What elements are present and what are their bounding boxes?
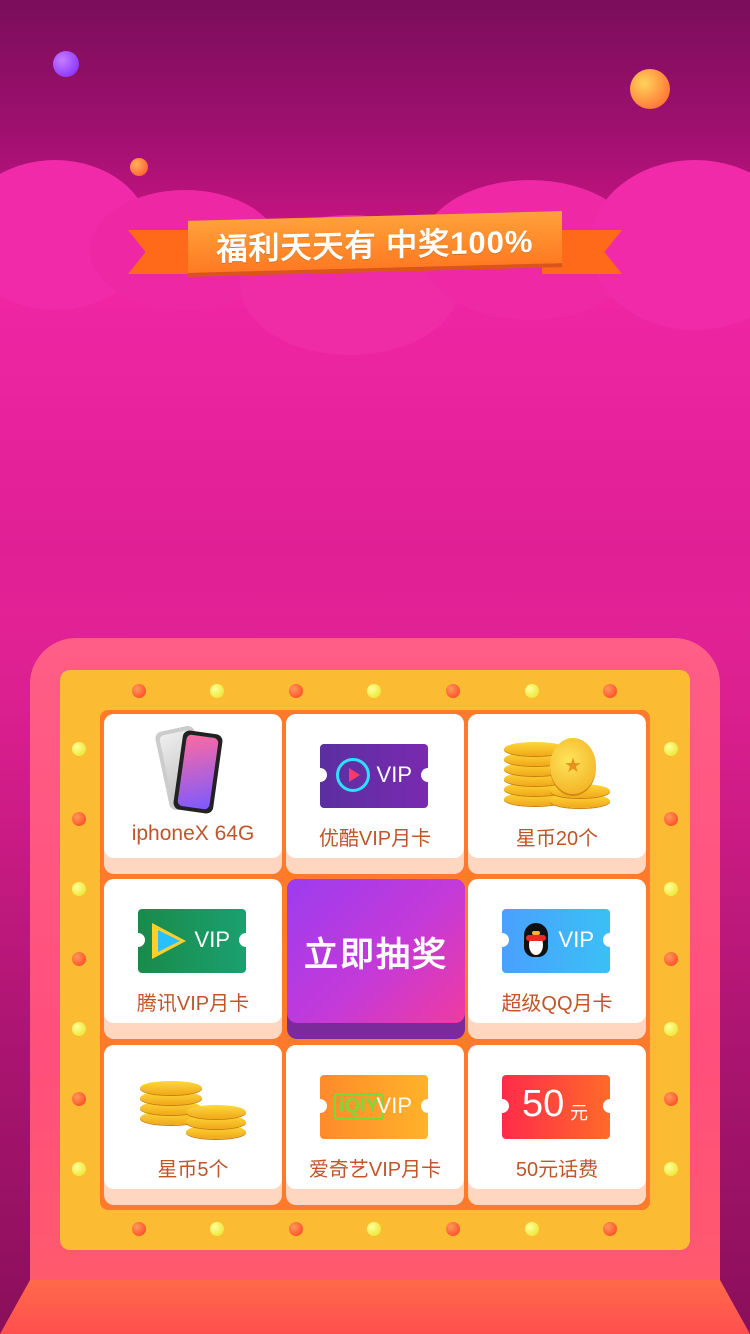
phone-credit-ticket-icon: 50 元 — [495, 1075, 617, 1139]
prize-label: 50元话费 — [515, 1159, 599, 1181]
prize-cell-tencent-vip: VIP 腾讯VIP月卡 — [104, 879, 282, 1039]
banner-text: 福利天天有 中奖100% — [216, 223, 534, 267]
prize-cell-phone-credit: 50 元 50元话费 — [468, 1045, 646, 1205]
prize-cell-coins-20: ★ 星币20个 — [468, 714, 646, 874]
prize-label: 超级QQ月卡 — [501, 993, 613, 1015]
tencent-video-vip-ticket-icon: VIP — [131, 909, 253, 973]
prize-cell-qq-vip: VIP 超级QQ月卡 — [468, 879, 646, 1039]
machine-base — [0, 1280, 750, 1334]
prize-label: 优酷VIP月卡 — [318, 828, 432, 850]
prize-label: 星币20个 — [515, 828, 599, 850]
prize-label: 腾讯VIP月卡 — [136, 993, 250, 1015]
draw-button[interactable]: 立即抽奖 — [287, 879, 465, 1039]
cloud-background — [0, 120, 750, 670]
decor-bubble — [53, 51, 79, 77]
youku-vip-ticket-icon: VIP — [313, 744, 435, 808]
iqiyi-vip-ticket-icon: iQIY VIP — [313, 1075, 435, 1139]
prize-label: 爱奇艺VIP月卡 — [308, 1159, 442, 1181]
qq-penguin-icon — [520, 921, 552, 961]
prize-cell-iqiyi-vip: iQIY VIP 爱奇艺VIP月卡 — [286, 1045, 464, 1205]
prize-cell-iphone: iphoneX 64G — [104, 714, 282, 874]
qq-vip-ticket-icon: VIP — [495, 909, 617, 973]
decor-bubble — [630, 69, 670, 109]
prize-cell-coins-5: 星币5个 — [104, 1045, 282, 1205]
prize-label: 星币5个 — [157, 1159, 229, 1181]
banner-ribbon: 福利天天有 中奖100% — [128, 210, 622, 282]
prize-label: iphoneX 64G — [131, 822, 255, 845]
prize-cell-youku-vip: VIP 优酷VIP月卡 — [286, 714, 464, 874]
draw-button-label: 立即抽奖 — [304, 935, 448, 974]
